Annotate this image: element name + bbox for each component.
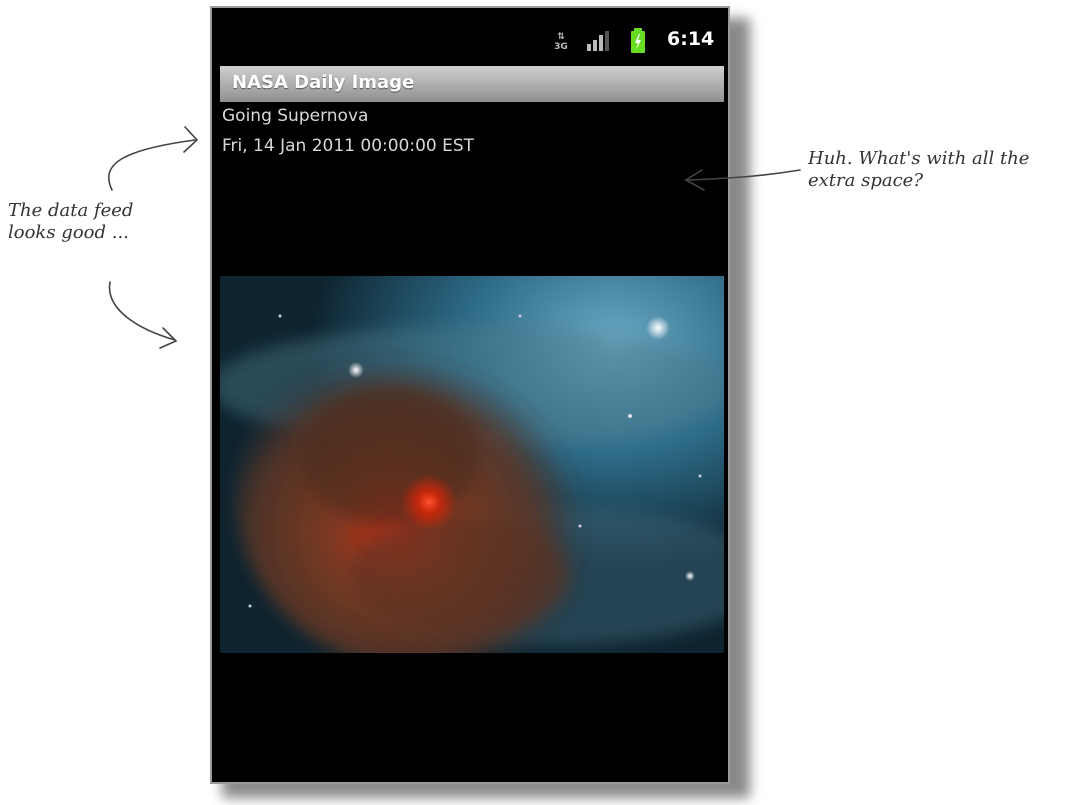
arrow-to-feed — [107, 139, 196, 191]
annotation-arrows — [107, 126, 801, 349]
arrow-to-space — [687, 169, 801, 181]
